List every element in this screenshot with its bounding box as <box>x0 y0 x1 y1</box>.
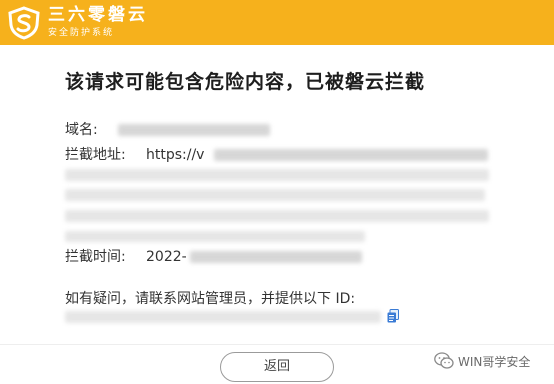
block-headline: 该请求可能包含危险内容，已被磐云拦截 <box>65 71 426 93</box>
footer-divider <box>0 344 554 345</box>
url-value-redacted-line-3 <box>65 189 485 201</box>
time-value-prefix: 2022- <box>146 249 187 265</box>
url-value-redacted-line-5 <box>65 231 365 242</box>
brand-header: 三六零磐云 安全防护系统 <box>0 0 554 45</box>
brand-subtitle: 安全防护系统 <box>48 28 115 38</box>
domain-label: 域名: <box>65 122 98 138</box>
copy-icon[interactable] <box>387 309 399 323</box>
domain-value-redacted <box>118 124 270 136</box>
url-label: 拦截地址: <box>65 147 126 163</box>
shield-s-logo-icon <box>8 6 40 40</box>
url-value-prefix: https://v <box>146 147 205 163</box>
brand-name: 三六零磐云 <box>48 5 148 25</box>
wechat-icon <box>434 352 454 369</box>
contact-text: 如有疑问，请联系网站管理员，并提供以下 ID: <box>65 291 356 307</box>
request-id-redacted <box>65 311 381 323</box>
url-value-redacted-line-2 <box>65 169 489 181</box>
watermark-text: WIN哥学安全 <box>458 355 531 369</box>
time-label: 拦截时间: <box>65 249 126 265</box>
url-value-redacted-line-1 <box>214 149 488 161</box>
back-button[interactable]: 返回 <box>220 352 334 382</box>
url-value-redacted-line-4 <box>65 210 489 222</box>
time-value-redacted <box>190 251 362 263</box>
